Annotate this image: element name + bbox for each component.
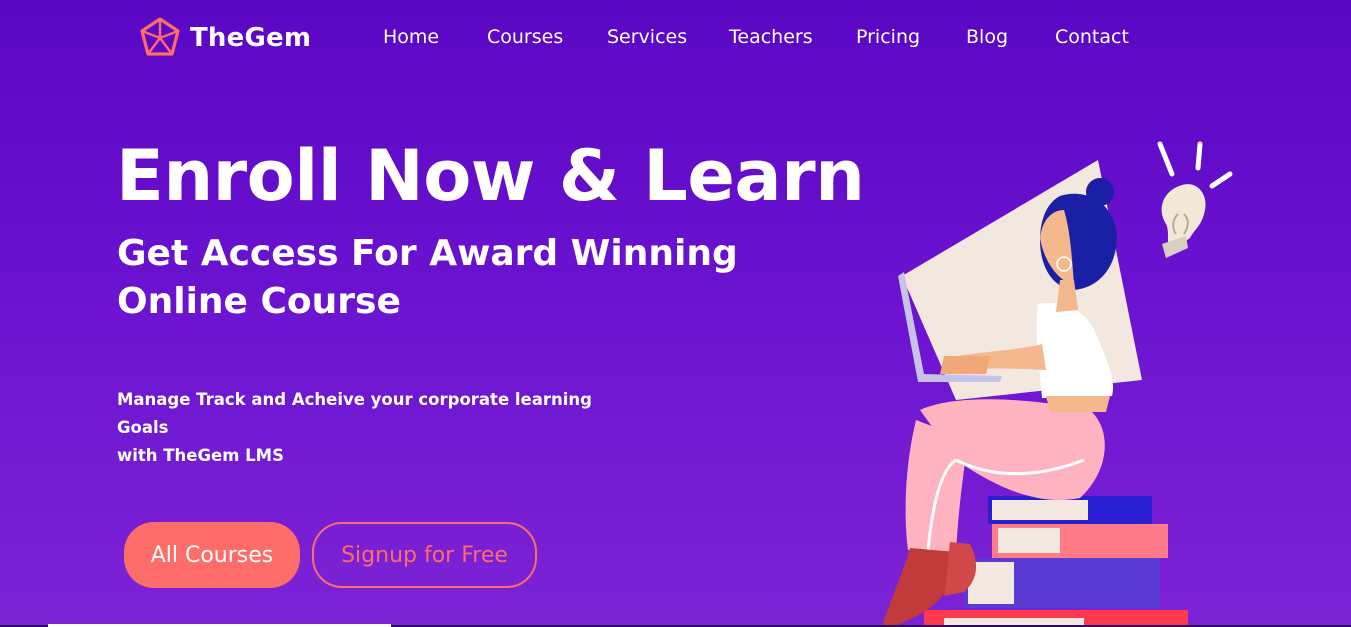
nav-item-services[interactable]: Services xyxy=(607,26,687,48)
nav-item-courses[interactable]: Courses xyxy=(487,26,563,48)
hero-description-line1: Manage Track and Acheive your corporate … xyxy=(117,390,592,437)
nav-item-contact[interactable]: Contact xyxy=(1055,26,1129,48)
hero-description-line2: with TheGem LMS xyxy=(117,446,284,465)
nav-item-teachers[interactable]: Teachers xyxy=(729,26,813,48)
signup-free-button[interactable]: Signup for Free xyxy=(312,522,537,588)
hero-subtitle-line1: Get Access For Award Winning xyxy=(117,233,738,274)
all-courses-button[interactable]: All Courses xyxy=(124,522,300,588)
nav-item-blog[interactable]: Blog xyxy=(966,26,1008,48)
woman-with-laptop-on-books-illustration xyxy=(882,141,1233,627)
nav-item-pricing[interactable]: Pricing xyxy=(856,26,920,48)
hero-subtitle: Get Access For Award Winning Online Cour… xyxy=(117,230,757,326)
pentagon-gem-icon xyxy=(140,17,180,56)
brand-name: TheGem xyxy=(190,23,312,53)
hero-title: Enroll Now & Learn xyxy=(116,135,865,217)
hero-subtitle-line2: Online Course xyxy=(117,281,401,322)
brand-logo[interactable]: TheGem xyxy=(138,16,311,60)
nav-item-home[interactable]: Home xyxy=(383,26,439,48)
hero-description: Manage Track and Acheive your corporate … xyxy=(117,386,637,470)
lightbulb-icon xyxy=(1157,141,1233,258)
